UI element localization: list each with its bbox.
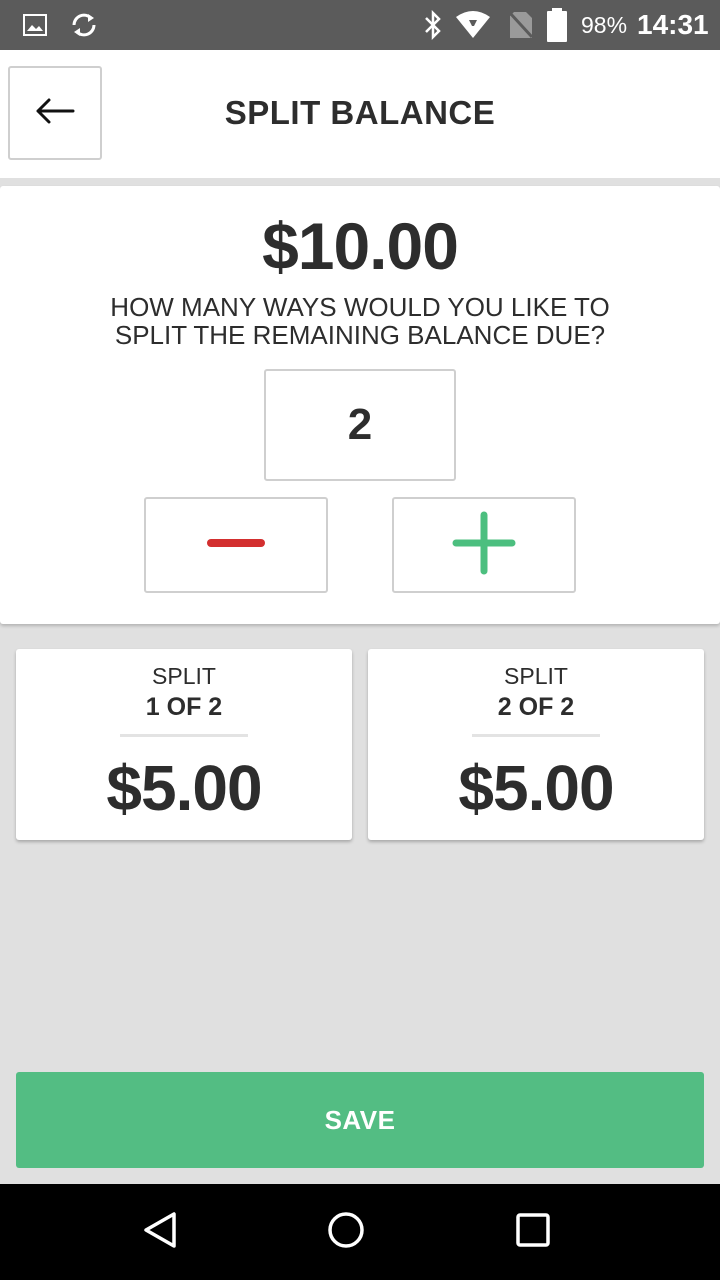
split-amount: $5.00 — [458, 752, 614, 824]
split-divider — [472, 734, 600, 737]
no-sim-icon — [506, 0, 536, 50]
wifi-icon — [454, 0, 492, 50]
page-title: SPLIT BALANCE — [224, 94, 496, 131]
image-icon — [22, 0, 48, 50]
bluetooth-icon — [420, 0, 446, 50]
decrement-button[interactable] — [144, 497, 328, 593]
split-divider — [120, 734, 248, 737]
status-bar: 98% 14:31 — [0, 0, 720, 50]
sync-icon — [68, 0, 100, 50]
split-position: 2 OF 2 — [497, 693, 575, 721]
split-amount: $5.00 — [106, 752, 262, 824]
plus-icon — [452, 511, 516, 580]
split-question: HOW MANY WAYS WOULD YOU LIKE TO SPLIT TH… — [0, 293, 720, 349]
save-button[interactable]: SAVE — [16, 1072, 704, 1168]
nav-home-button[interactable] — [298, 1184, 394, 1280]
split-label: SPLIT — [504, 663, 568, 689]
recents-square-icon — [515, 1212, 551, 1253]
balance-card: $10.00 HOW MANY WAYS WOULD YOU LIKE TO S… — [0, 186, 720, 624]
battery-percentage: 98% — [581, 11, 628, 38]
split-count-field[interactable]: 2 — [264, 369, 456, 481]
clock: 14:31 — [637, 9, 709, 40]
back-triangle-icon — [140, 1210, 180, 1255]
balance-total: $10.00 — [262, 209, 459, 283]
split-card-1[interactable]: SPLIT 1 OF 2 $5.00 — [16, 649, 352, 840]
header-divider — [0, 178, 720, 186]
nav-back-button[interactable] — [112, 1184, 208, 1280]
split-question-line2: SPLIT THE REMAINING BALANCE DUE? — [114, 320, 606, 350]
split-label: SPLIT — [152, 663, 216, 689]
split-question-line1: HOW MANY WAYS WOULD YOU LIKE TO — [110, 292, 610, 322]
increment-button[interactable] — [392, 497, 576, 593]
system-nav-bar — [0, 1184, 720, 1280]
split-position: 1 OF 2 — [145, 693, 223, 721]
app-header: SPLIT BALANCE — [0, 50, 720, 178]
home-circle-icon — [326, 1210, 366, 1255]
minus-icon — [206, 536, 266, 555]
battery-icon — [543, 0, 571, 50]
split-card-2[interactable]: SPLIT 2 OF 2 $5.00 — [368, 649, 704, 840]
nav-recents-button[interactable] — [485, 1184, 581, 1280]
